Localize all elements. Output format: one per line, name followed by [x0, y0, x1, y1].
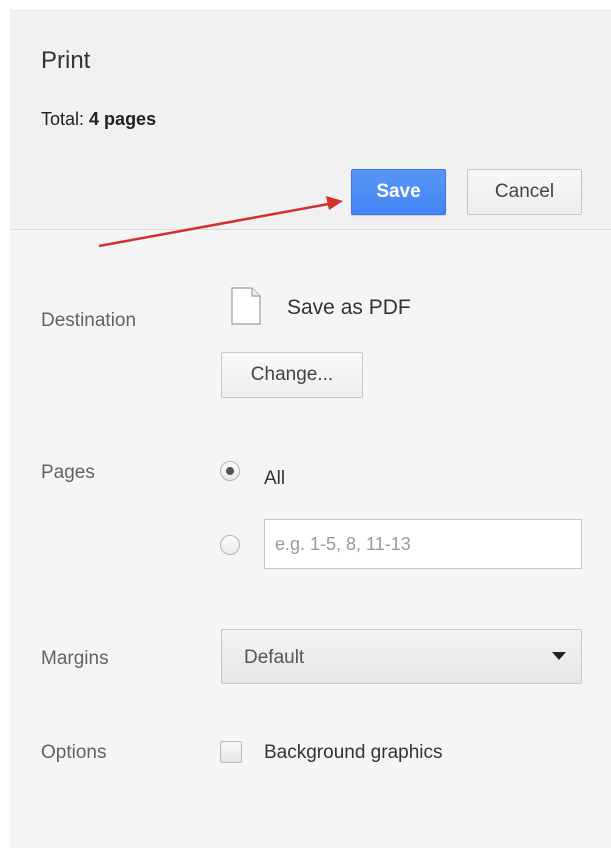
margins-select-value: Default — [244, 647, 305, 668]
background-graphics-checkbox[interactable] — [220, 741, 242, 763]
background-graphics-label: Background graphics — [264, 742, 443, 763]
print-header: Print Total: 4 pages Save Cancel — [10, 11, 611, 230]
pages-all-radio[interactable] — [220, 461, 240, 481]
options-label: Options — [41, 742, 107, 763]
total-pages-value: 4 pages — [89, 109, 157, 129]
destination-name: Save as PDF — [287, 296, 411, 319]
save-button[interactable]: Save — [351, 169, 446, 215]
pages-all-label: All — [264, 468, 286, 489]
file-icon — [231, 287, 261, 325]
pages-label: Pages — [41, 462, 95, 483]
page-title: Print — [41, 47, 91, 74]
destination-label: Destination — [41, 310, 137, 331]
radio-selected-dot — [226, 467, 234, 475]
print-panel: Print Total: 4 pages Save Cancel Destina… — [10, 10, 611, 848]
pages-custom-radio[interactable] — [220, 535, 240, 555]
chevron-down-icon — [552, 652, 566, 660]
pages-range-input[interactable] — [264, 519, 582, 569]
margins-select[interactable]: Default — [221, 629, 582, 684]
total-label: Total: — [41, 109, 85, 129]
total-pages: Total: 4 pages — [41, 109, 156, 130]
change-destination-button[interactable]: Change... — [221, 352, 363, 398]
margins-label: Margins — [41, 648, 109, 669]
cancel-button[interactable]: Cancel — [467, 169, 582, 215]
